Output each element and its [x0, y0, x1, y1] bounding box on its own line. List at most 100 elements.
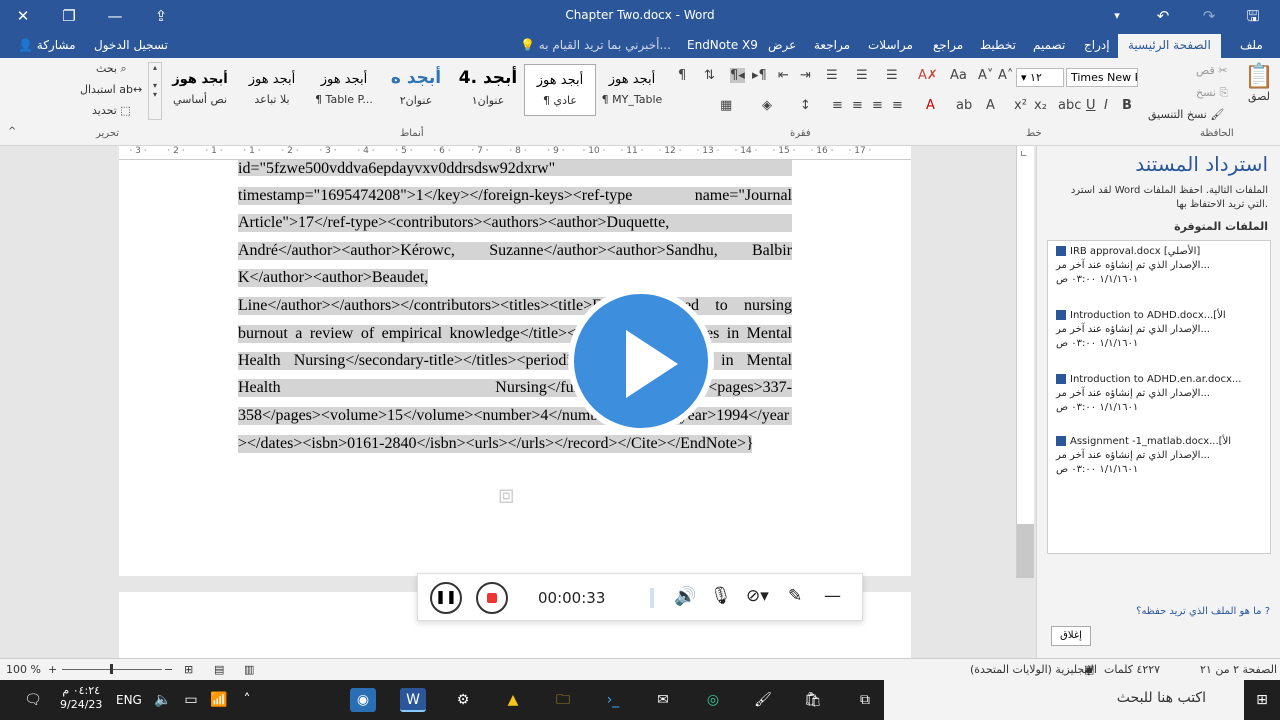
doc-line[interactable]: Article">17</ref-type><contributors><aut… [238, 214, 792, 232]
style-heading-1[interactable]: 4. أبجد عنوان١ [452, 64, 524, 116]
tab-file[interactable]: ملف [1240, 38, 1263, 52]
word-app-icon[interactable]: W [400, 688, 426, 712]
borders-icon[interactable]: ▦ [720, 98, 732, 113]
tab-layout[interactable]: تخطيط [980, 38, 1016, 52]
battery-icon[interactable]: ▭ [178, 688, 204, 712]
tab-design[interactable]: تصميم [1033, 38, 1065, 52]
share-button[interactable]: 👤 مشاركة [18, 38, 76, 52]
shading-icon[interactable]: ◈ [762, 98, 772, 113]
doc-line[interactable]: 358</pages><volume>15</volume><number>4<… [238, 407, 792, 425]
zoom-level[interactable]: 100 % [6, 663, 41, 676]
doc-line[interactable]: André</author><author>Kérowc, Suzanne</a… [238, 242, 792, 260]
task-view-icon[interactable]: ⧉ [852, 688, 878, 712]
vertical-ruler[interactable]: ∟ [1016, 146, 1034, 578]
subscript-icon[interactable]: x₂ [1034, 98, 1047, 113]
underline-icon[interactable]: U [1086, 98, 1096, 113]
increase-indent-icon[interactable]: ⇤ [778, 68, 789, 83]
web-layout-icon[interactable]: ▤ [214, 663, 224, 676]
microphone-muted-icon[interactable]: 🎙 [710, 586, 732, 606]
style-no-spacing[interactable]: أبجد هوز بلا تباعد [236, 64, 308, 116]
focus-mode-icon[interactable]: ⊞ [184, 663, 193, 676]
list-item[interactable]: Assignment -1_matlab.docx...[الأ الإصدار … [1056, 435, 1266, 477]
rtl-direction-icon[interactable]: ¶◂ [730, 68, 745, 83]
tab-view[interactable]: عرض [768, 38, 796, 52]
stop-button[interactable] [476, 582, 508, 614]
bold-icon[interactable]: B [1122, 98, 1132, 113]
pen-icon[interactable]: ✎ [788, 586, 802, 606]
zoom-in-icon[interactable]: + [48, 663, 57, 676]
which-file-help-link[interactable]: ما هو الملف الذي تريد حفظه؟ ? [1136, 606, 1270, 617]
style-my-table[interactable]: أبجد هوز ¶ MY_Table [596, 64, 668, 116]
line-spacing-icon[interactable]: ↕ [800, 98, 811, 113]
tell-me-input[interactable]: 💡 أخبرني بما تريد القيام به... [520, 38, 671, 52]
format-painter-button[interactable]: نسخ التنسيق 🖌 [1148, 108, 1224, 121]
tab-review[interactable]: مراجعة [814, 38, 850, 52]
language-status[interactable]: الإنجليزية (الولايات المتحدة) [970, 663, 1097, 676]
tab-selector-icon[interactable]: ∟ [1020, 150, 1028, 160]
camera-off-icon[interactable]: ⊘▾ [746, 586, 769, 606]
store-icon[interactable]: 🛍 [800, 688, 826, 712]
show-marks-icon[interactable]: ¶ [678, 68, 686, 83]
sort-icon[interactable]: ⇅ [704, 68, 715, 83]
read-mode-icon[interactable]: ▥ [244, 663, 254, 676]
align-left-icon[interactable]: ≡ [872, 98, 883, 113]
undo-icon[interactable]: ↶ [1152, 5, 1174, 27]
start-icon[interactable]: ⊞ [1244, 688, 1280, 712]
minimize-recorder-icon[interactable]: — [824, 586, 841, 606]
qat-customize-icon[interactable]: ▾ [1106, 5, 1128, 27]
doc-line[interactable]: K</author><author>Beaudet, [238, 269, 428, 287]
zoom-thumb[interactable] [110, 664, 113, 674]
speaker-icon[interactable]: 🔊 [674, 586, 696, 607]
select-button[interactable]: تحديد ⬚ [92, 104, 131, 117]
change-case-icon[interactable]: Aa [950, 68, 967, 83]
tab-mailings[interactable]: مراسلات [868, 38, 913, 52]
style-body-text[interactable]: أبجد هوز نص أساسي [164, 64, 236, 116]
numbering-icon[interactable]: ☰ [856, 68, 868, 83]
pause-button[interactable]: ❚❚ [430, 582, 462, 614]
paint-icon[interactable]: 🖌 [750, 688, 776, 712]
redo-icon[interactable]: ↷ [1198, 5, 1220, 27]
close-button[interactable]: إغلاق [1051, 626, 1091, 646]
cut-button[interactable]: قص ✂ [1196, 64, 1227, 77]
shrink-font-icon[interactable]: A˅ [978, 68, 993, 83]
doc-line[interactable]: timestamp="1695474208">1</key></foreign-… [238, 187, 792, 205]
style-normal[interactable]: أبجد هوز ¶ عادي [524, 64, 596, 116]
volume-icon[interactable]: 🔈 [150, 688, 176, 712]
doc-line[interactable]: Line</author></authors></contributors><t… [238, 297, 792, 315]
google-drive-icon[interactable]: ▲ [500, 688, 526, 712]
doc-line[interactable]: id="5fzwe500vddva6epdayvxv0ddrsdsw92dxrw… [238, 160, 792, 176]
find-button[interactable]: بحث ⌕ [96, 62, 127, 76]
list-item[interactable]: Introduction to ADHD.docx...[الأ الإصدار … [1056, 309, 1266, 351]
taskbar-search-box[interactable]: اكتب هنا للبحث [884, 680, 1244, 720]
tab-insert[interactable]: إدراج [1084, 38, 1110, 52]
list-item[interactable]: IRB approval.docx [الأصلي] الإصدار الذي ت… [1056, 245, 1266, 287]
powershell-icon[interactable]: ›_ [600, 688, 626, 712]
mail-icon[interactable]: ✉ [650, 688, 676, 712]
style-table-p[interactable]: أبجد هوز ¶ Table P... [308, 64, 380, 116]
hidden-icons-icon[interactable]: ˄ [234, 688, 260, 712]
copy-button[interactable]: نسخ ⎘ [1196, 86, 1228, 100]
horizontal-ruler[interactable]: · 3 · · 2 · · 1 · · 1 · · 2 · · 3 · · 4 · · 5 ·… [119, 146, 911, 160]
network-icon[interactable]: 📶 [206, 688, 232, 712]
save-icon[interactable]: 🖫 [1242, 5, 1264, 27]
highlight-icon[interactable]: ab [956, 98, 972, 113]
list-item[interactable]: Introduction to ADHD.en.ar.docx... الإصدا… [1056, 373, 1266, 415]
page-count[interactable]: الصفحة ٢ من ٢١ [1200, 663, 1277, 676]
strikethrough-icon[interactable]: abc [1058, 98, 1081, 113]
multilevel-list-icon[interactable]: ☰ [826, 68, 838, 83]
language-indicator[interactable]: ENG [116, 693, 142, 707]
clear-formatting-icon[interactable]: A✗ [918, 68, 938, 83]
bullets-icon[interactable]: ☰ [886, 68, 898, 83]
font-size-select[interactable]: ▾ ١٢ [1016, 68, 1064, 87]
font-color-icon[interactable]: A [926, 98, 935, 113]
tab-home[interactable]: الصفحة الرئيسية [1118, 34, 1221, 58]
tab-endnote[interactable]: EndNote X9 [687, 38, 758, 52]
text-effects-icon[interactable]: A [986, 98, 995, 113]
clock[interactable]: ٠٤:٢٤ م 9/24/23 [60, 684, 102, 712]
signin-link[interactable]: تسجيل الدخول [94, 38, 168, 52]
edge-icon[interactable]: ◎ [700, 688, 726, 712]
zoom-app-icon[interactable]: ◉ [350, 688, 376, 712]
styles-scroll[interactable]: ▴ ▾ ▾ [148, 62, 162, 120]
tab-references[interactable]: مراجع [933, 38, 963, 52]
italic-icon[interactable]: I [1104, 98, 1108, 113]
